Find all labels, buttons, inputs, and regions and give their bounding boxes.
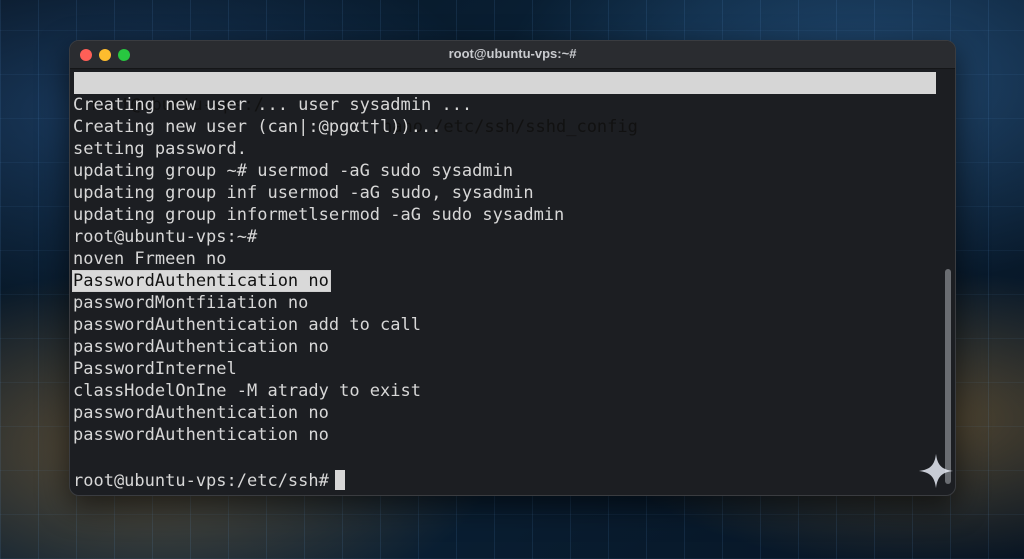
prompt-text: root@ubuntu-vps:/etc/ssh# [73, 471, 329, 491]
output-line: Creating new user (can|:@pgαt†l))... [73, 117, 442, 137]
nano-header-bar: root@ubuntu-vps:/ nano /etc/ssh/sshd_con… [74, 72, 936, 137]
shell-prompt[interactable]: root@ubuntu-vps:/etc/ssh# [73, 470, 345, 492]
output-line: PasswordInternel [73, 359, 237, 379]
terminal-output[interactable]: Creating new user ... user sysadmin ... … [72, 94, 565, 446]
output-line: Creating new user ... user sysadmin ... [73, 95, 473, 115]
output-line: updating group informetlsermod -aG sudo … [73, 205, 565, 225]
terminal-window[interactable]: root@ubuntu-vps:~# root@ubuntu-vps:/ nan… [69, 40, 956, 496]
window-title: root@ubuntu-vps:~# [448, 46, 577, 61]
output-line: root@ubuntu-vps:~# [73, 227, 258, 247]
highlighted-line: PasswordAuthentication no [72, 270, 331, 292]
output-line: classHodelOnIne -M atrady to exist [73, 381, 421, 401]
title-bar[interactable]: root@ubuntu-vps:~# [70, 41, 955, 69]
output-line: updating group ~# usermod -aG sudo sysad… [73, 161, 514, 181]
output-line: passwordAuthentication add to call [73, 315, 421, 335]
text-cursor [334, 470, 345, 490]
output-line: passwordAuthentication no [73, 425, 329, 445]
output-line: updating group inf usermod -aG sudo, sys… [73, 183, 534, 203]
output-line: setting password. [73, 139, 247, 159]
sparkle-icon [918, 453, 954, 489]
output-line: noven Frmeen no [73, 249, 227, 269]
output-line: passwordAuthentication no [73, 403, 329, 423]
output-line: passwordAuthentication no [73, 337, 329, 357]
output-line: passwordMontfiiation no [73, 293, 309, 313]
